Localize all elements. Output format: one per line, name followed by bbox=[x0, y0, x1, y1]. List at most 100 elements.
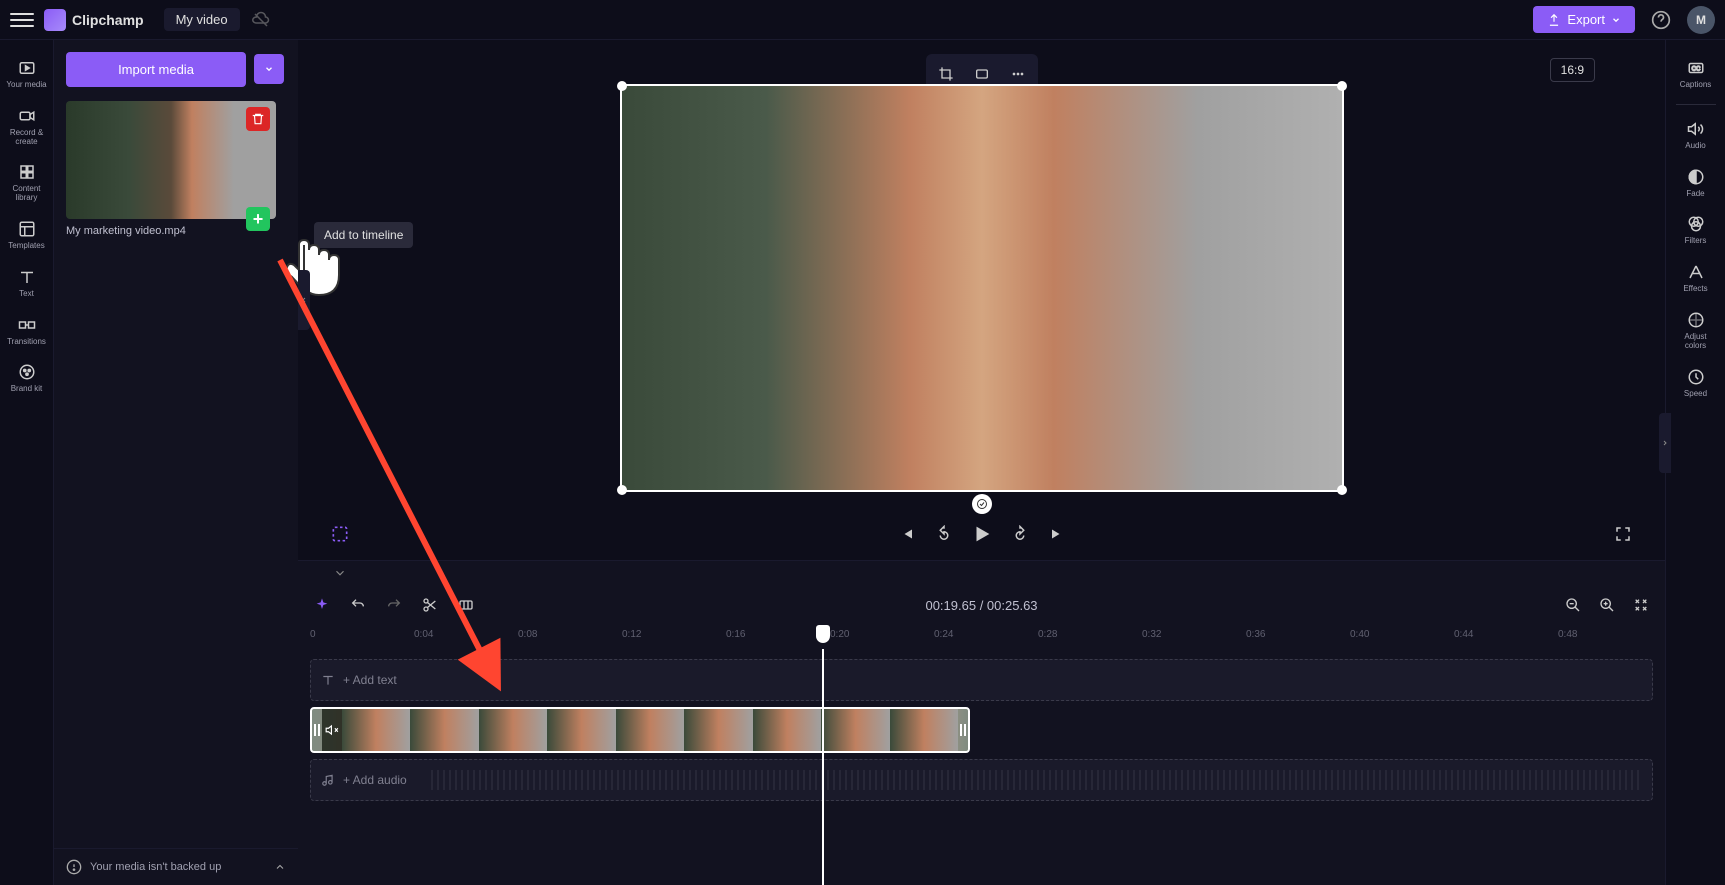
sidebar-your-media[interactable]: Your media bbox=[3, 50, 51, 98]
clip-handle-left[interactable] bbox=[312, 709, 322, 751]
export-button[interactable]: Export bbox=[1533, 6, 1635, 33]
center-area: 16:9 bbox=[298, 40, 1665, 885]
camera-icon bbox=[17, 106, 37, 126]
ruler-tick: 0:04 bbox=[414, 629, 433, 640]
text-track[interactable]: + Add text bbox=[310, 659, 1653, 701]
preview-area: 16:9 bbox=[298, 40, 1665, 560]
sidebar-text[interactable]: Text bbox=[3, 259, 51, 307]
thumbnail-image bbox=[66, 101, 276, 219]
import-dropdown-button[interactable] bbox=[254, 54, 284, 84]
aspect-ratio-badge[interactable]: 16:9 bbox=[1550, 58, 1595, 82]
sidebar-label: Text bbox=[19, 290, 34, 299]
sidebar-templates[interactable]: Templates bbox=[3, 211, 51, 259]
add-audio-label: + Add audio bbox=[343, 773, 407, 787]
app-logo[interactable]: Clipchamp bbox=[44, 9, 144, 31]
sidebar-adjust-colors[interactable]: Adjust colors bbox=[1672, 302, 1720, 359]
sync-icon[interactable] bbox=[252, 11, 270, 29]
ruler-tick: 0:40 bbox=[1350, 629, 1369, 640]
text-icon bbox=[17, 267, 37, 287]
media-filename: My marketing video.mp4 bbox=[66, 225, 276, 237]
resize-handle-br[interactable] bbox=[1337, 485, 1347, 495]
rewind-button[interactable] bbox=[932, 522, 956, 546]
preview-video bbox=[622, 86, 1342, 490]
sidebar-captions[interactable]: CC Captions bbox=[1672, 50, 1720, 98]
sidebar-audio[interactable]: Audio bbox=[1672, 111, 1720, 159]
ruler-tick: 0:32 bbox=[1142, 629, 1161, 640]
sidebar-label: Filters bbox=[1685, 237, 1707, 246]
clip-handle-right[interactable] bbox=[958, 709, 968, 751]
ai-badge-icon[interactable] bbox=[972, 494, 992, 514]
ruler-tick: 0:28 bbox=[1038, 629, 1057, 640]
redo-button[interactable] bbox=[382, 593, 406, 617]
video-clip[interactable] bbox=[310, 707, 970, 753]
ruler-tick: 0 bbox=[310, 629, 316, 640]
brand-icon bbox=[17, 362, 37, 382]
audio-track[interactable]: + Add audio bbox=[310, 759, 1653, 801]
ai-sparkle-button[interactable] bbox=[310, 593, 334, 617]
speed-icon bbox=[1686, 367, 1706, 387]
zoom-out-button[interactable] bbox=[1561, 593, 1585, 617]
timeline-tracks: + Add text bbox=[298, 649, 1665, 885]
filters-icon bbox=[1686, 214, 1706, 234]
hamburger-menu-icon[interactable] bbox=[10, 8, 34, 32]
resize-handle-bl[interactable] bbox=[617, 485, 627, 495]
collapse-panel-button[interactable] bbox=[298, 270, 310, 330]
play-button[interactable] bbox=[970, 522, 994, 546]
expand-timeline-button[interactable] bbox=[328, 561, 352, 585]
add-to-timeline-button[interactable]: + bbox=[246, 207, 270, 231]
resize-handle-tr[interactable] bbox=[1337, 81, 1347, 91]
sidebar-content-library[interactable]: Content library bbox=[3, 154, 51, 211]
forward-button[interactable] bbox=[1008, 522, 1032, 546]
skip-forward-button[interactable] bbox=[1046, 522, 1070, 546]
svg-text:CC: CC bbox=[1691, 66, 1700, 72]
timeline-ruler[interactable]: 0 0:04 0:08 0:12 0:16 0:20 0:24 0:28 0:3… bbox=[298, 625, 1665, 649]
help-icon[interactable] bbox=[1647, 6, 1675, 34]
sidebar-filters[interactable]: Filters bbox=[1672, 206, 1720, 254]
total-time: 00:25.63 bbox=[987, 598, 1038, 613]
import-media-button[interactable]: Import media bbox=[66, 52, 246, 87]
timecode-display: 00:19.65 / 00:25.63 bbox=[925, 598, 1037, 613]
collapse-right-panel-button[interactable] bbox=[1659, 413, 1671, 473]
ruler-tick: 0:20 bbox=[830, 629, 849, 640]
left-sidebar: Your media Record & create Content libra… bbox=[0, 40, 54, 885]
undo-button[interactable] bbox=[346, 593, 370, 617]
captions-icon: CC bbox=[1686, 58, 1706, 78]
sidebar-record-create[interactable]: Record & create bbox=[3, 98, 51, 155]
project-title[interactable]: My video bbox=[164, 8, 240, 31]
adjust-icon bbox=[1686, 310, 1706, 330]
sidebar-transitions[interactable]: Transitions bbox=[3, 307, 51, 355]
delete-media-button[interactable] bbox=[246, 107, 270, 131]
user-avatar[interactable]: M bbox=[1687, 6, 1715, 34]
media-thumbnail[interactable]: + My marketing video.mp4 bbox=[66, 101, 276, 237]
sidebar-label: Speed bbox=[1684, 390, 1707, 399]
crop-timeline-button[interactable] bbox=[454, 593, 478, 617]
sidebar-fade[interactable]: Fade bbox=[1672, 159, 1720, 207]
preview-frame[interactable] bbox=[620, 84, 1344, 492]
resize-handle-tl[interactable] bbox=[617, 81, 627, 91]
timeline-expand-row bbox=[298, 561, 1665, 585]
audio-waveform bbox=[431, 770, 1642, 790]
add-text-label: + Add text bbox=[343, 673, 397, 687]
sidebar-label: Audio bbox=[1685, 142, 1705, 151]
zoom-in-button[interactable] bbox=[1595, 593, 1619, 617]
sidebar-brand-kit[interactable]: Brand kit bbox=[3, 354, 51, 402]
sidebar-label: Transitions bbox=[7, 338, 46, 347]
fit-timeline-button[interactable] bbox=[1629, 593, 1653, 617]
ruler-tick: 0:36 bbox=[1246, 629, 1265, 640]
playhead[interactable] bbox=[822, 649, 824, 885]
split-button[interactable] bbox=[418, 593, 442, 617]
sidebar-label: Fade bbox=[1686, 190, 1704, 199]
sidebar-speed[interactable]: Speed bbox=[1672, 359, 1720, 407]
fade-icon bbox=[1686, 167, 1706, 187]
remove-bg-button[interactable] bbox=[328, 522, 352, 546]
timeline-toolbar: 00:19.65 / 00:25.63 bbox=[298, 585, 1665, 625]
sidebar-label: Brand kit bbox=[11, 385, 43, 394]
ruler-tick: 0:08 bbox=[518, 629, 537, 640]
sidebar-label: Your media bbox=[6, 81, 46, 90]
skip-back-button[interactable] bbox=[894, 522, 918, 546]
audio-icon bbox=[1686, 119, 1706, 139]
mute-icon[interactable] bbox=[325, 723, 339, 737]
sidebar-effects[interactable]: Effects bbox=[1672, 254, 1720, 302]
fullscreen-button[interactable] bbox=[1611, 522, 1635, 546]
backup-warning[interactable]: Your media isn't backed up bbox=[54, 848, 298, 885]
